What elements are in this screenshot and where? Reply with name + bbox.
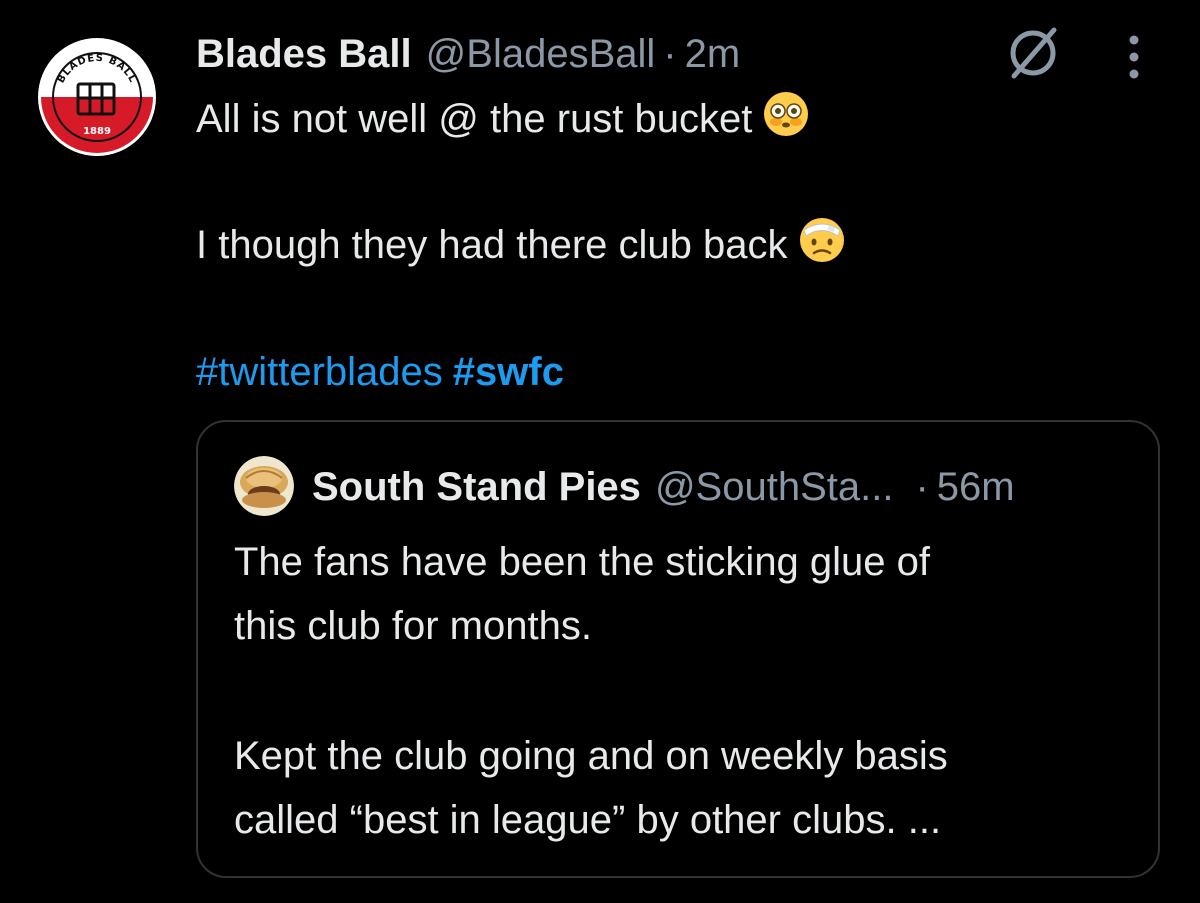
quote-author-handle[interactable]: @SouthSta... <box>655 465 894 510</box>
author-handle[interactable]: @BladesBall <box>426 32 656 77</box>
quote-line-4: called “best in league” by other clubs. … <box>234 798 942 842</box>
quote-line-1: The fans have been the sticking glue of <box>234 540 931 584</box>
hashtag-twitterblades[interactable]: #twitterblades <box>196 350 443 394</box>
quote-timestamp[interactable]: 56m <box>937 465 1015 510</box>
avatar[interactable]: BLADES BALL 1889 <box>38 38 156 156</box>
quote-line-2: this club for months. <box>234 604 592 648</box>
blades-ball-logo-icon: BLADES BALL 1889 <box>41 41 153 153</box>
quoted-tweet-card[interactable]: South Stand Pies @SouthSta... · 56m The … <box>196 420 1160 878</box>
more-vertical-icon[interactable] <box>1116 30 1152 84</box>
quote-line-3: Kept the club going and on weekly basis <box>234 734 948 778</box>
tweet-header: Blades Ball @BladesBall · 2m <box>196 26 740 82</box>
tweet-text-line: All is not well @ the rust bucket <box>196 90 1156 153</box>
quote-header: South Stand Pies @SouthSta... · 56m <box>312 458 1015 516</box>
grok-icon[interactable] <box>1002 22 1064 84</box>
tweet-line-2: I though they had there club back <box>196 223 788 268</box>
tweet-line-1: All is not well @ the rust bucket <box>196 97 753 142</box>
face-with-head-bandage-emoji-icon <box>798 216 846 279</box>
avatar-text-bottom: 1889 <box>83 126 111 137</box>
separator-dot: · <box>663 31 677 76</box>
tweet-timestamp[interactable]: 2m <box>685 32 741 77</box>
flushed-face-emoji-icon <box>762 90 810 153</box>
author-name[interactable]: Blades Ball <box>196 32 412 77</box>
hashtag-swfc[interactable]: #swfc <box>453 350 564 394</box>
quote-separator-dot: · <box>915 464 929 509</box>
quote-author-name[interactable]: South Stand Pies <box>312 465 641 510</box>
hashtag-line: #twitterblades #swfc <box>196 344 1156 400</box>
tweet-text-line: I though they had there club back <box>196 216 1156 279</box>
pie-avatar-icon <box>234 456 294 516</box>
quote-avatar[interactable] <box>234 456 294 516</box>
